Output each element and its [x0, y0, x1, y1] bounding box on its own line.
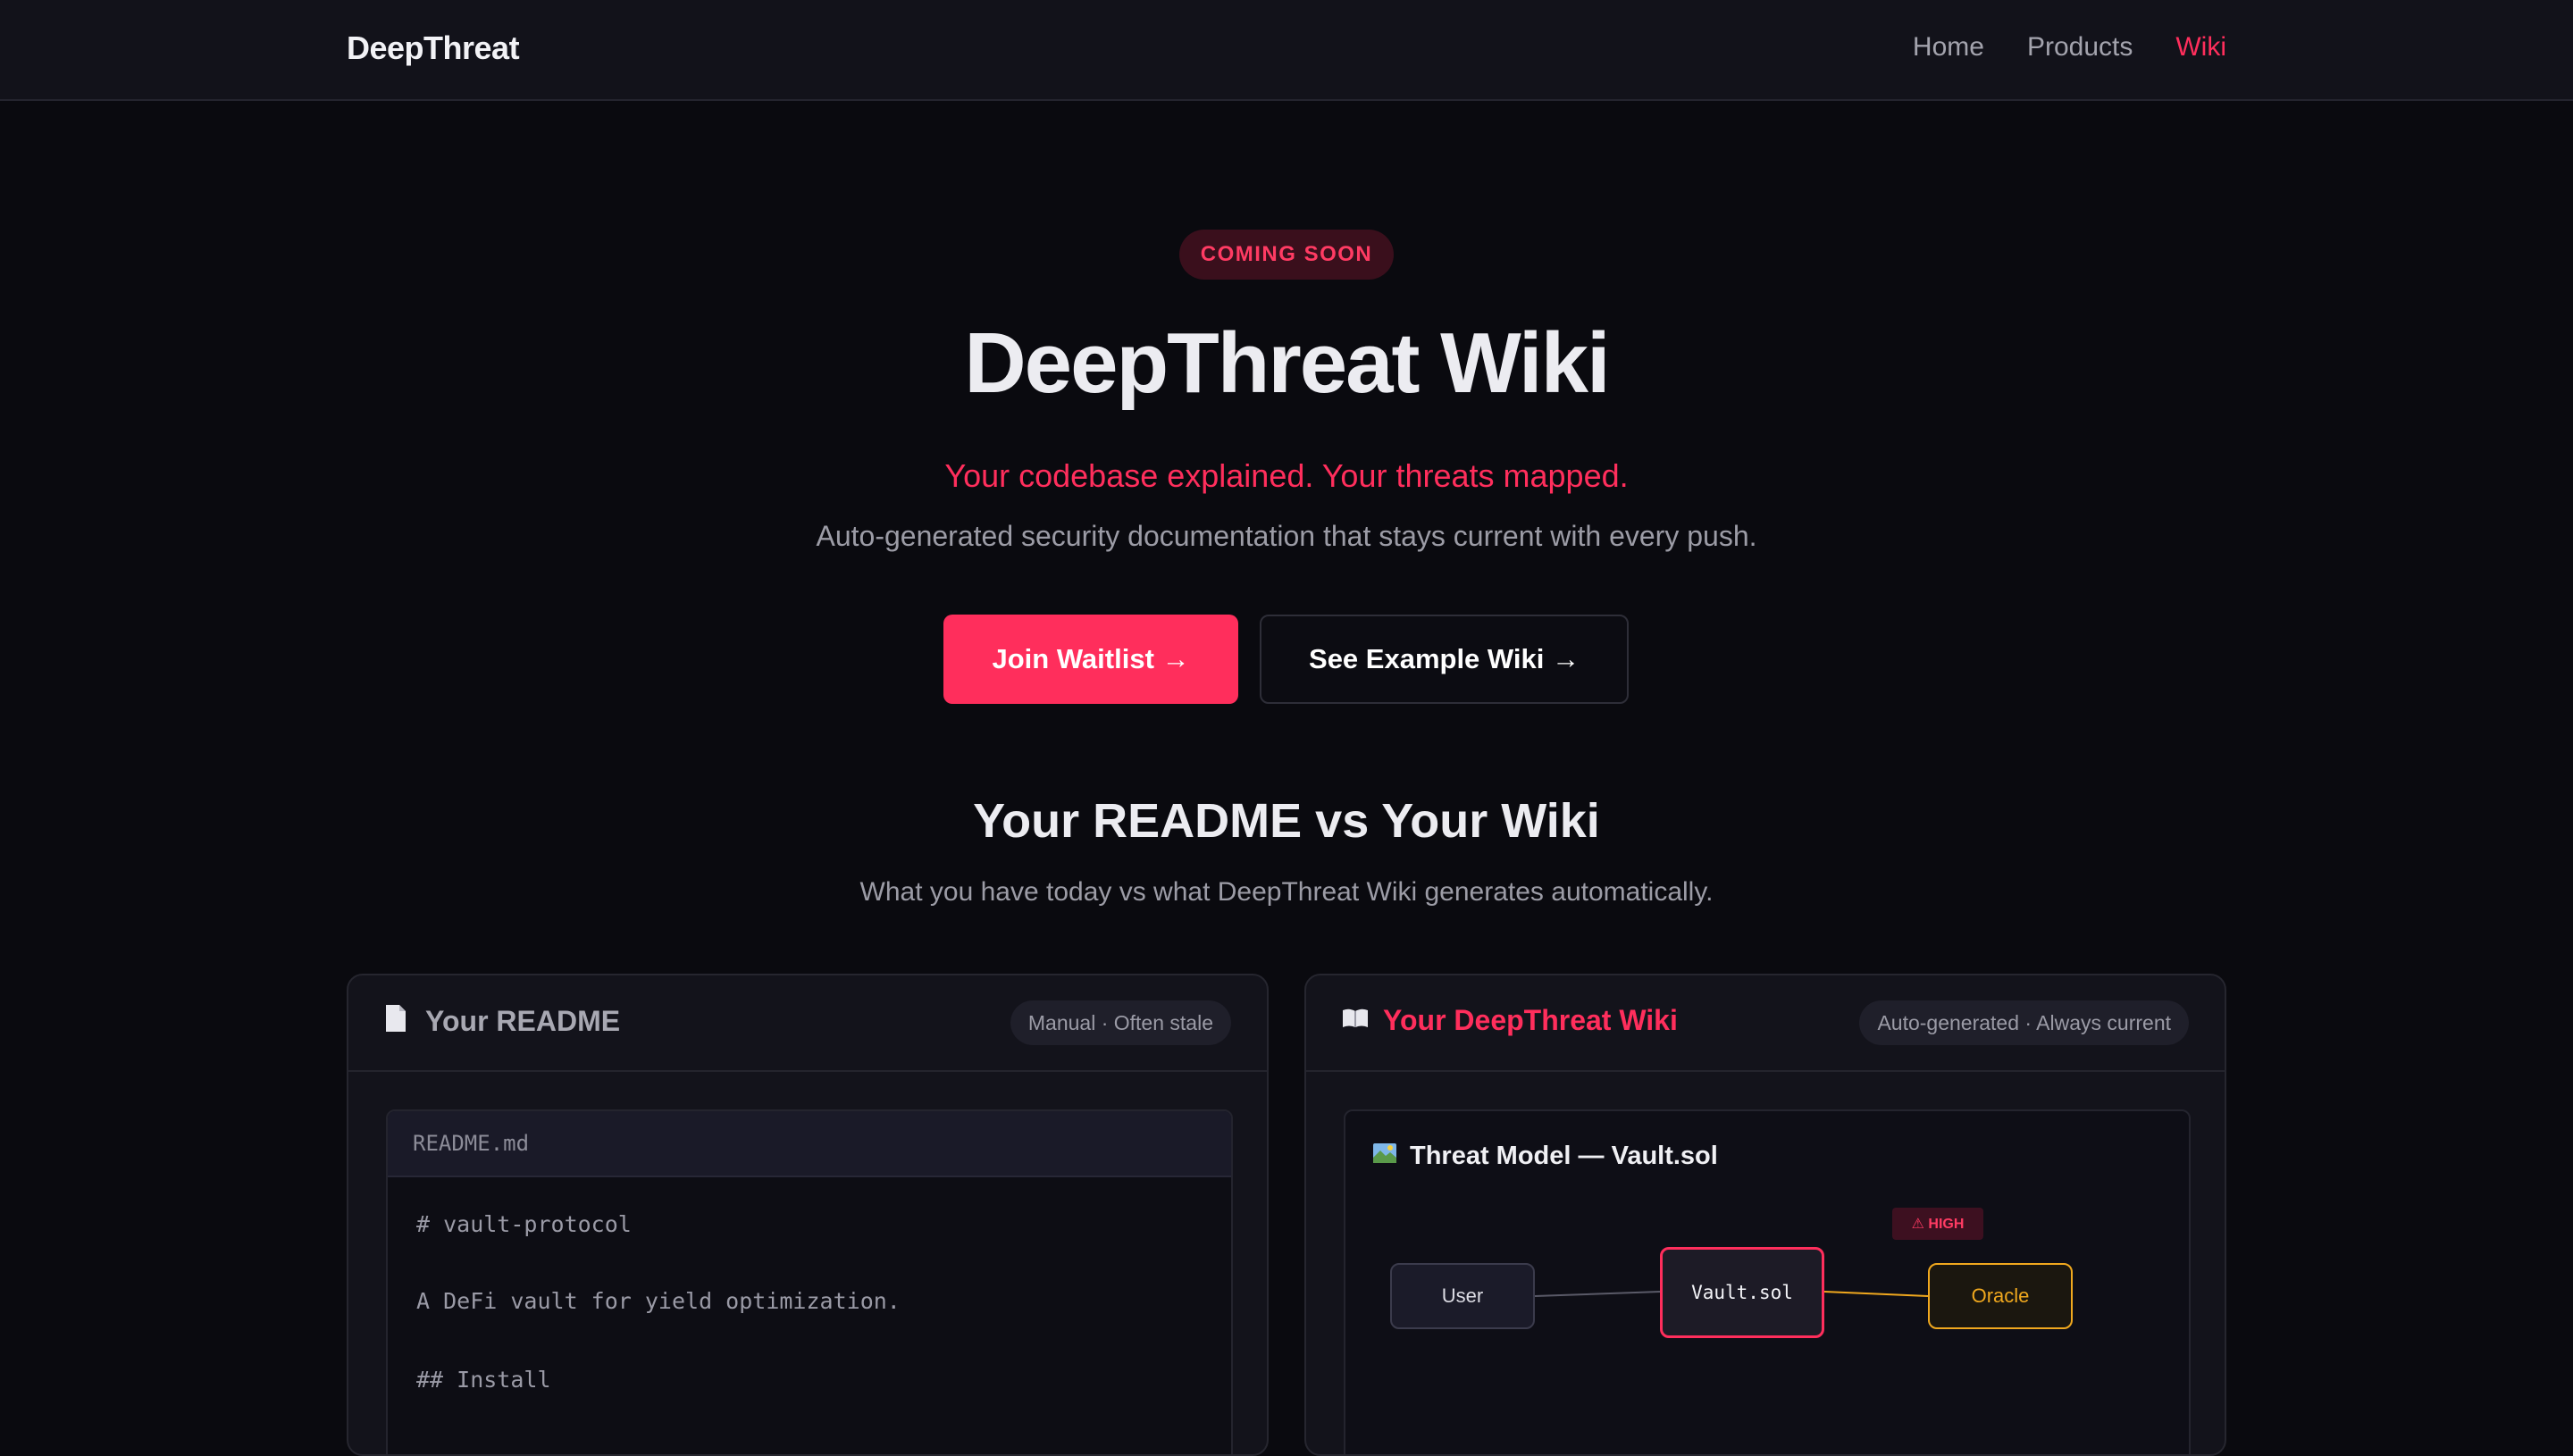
readme-line: ## Install: [416, 1367, 551, 1393]
hero-subtitle: Auto-generated security documentation th…: [816, 520, 1757, 552]
readme-code-block: README.md # vault-protocol A DeFi vault …: [386, 1109, 1233, 1454]
nav-links: Home Products Wiki: [1913, 32, 2226, 63]
wiki-card: Your DeepThreat Wiki Auto-generated · Al…: [1304, 974, 2226, 1456]
readme-line: # vault-protocol: [416, 1211, 632, 1237]
link-user-vault: [1534, 1291, 1661, 1297]
join-waitlist-button[interactable]: Join Waitlist →: [943, 615, 1238, 704]
readme-card: Your README Manual · Often stale README.…: [347, 974, 1269, 1456]
book-icon: [1342, 1007, 1369, 1035]
wiki-card-header: Your DeepThreat Wiki Auto-generated · Al…: [1306, 975, 2225, 1072]
node-user[interactable]: User: [1390, 1263, 1535, 1329]
readme-line: A DeFi vault for yield optimization.: [416, 1288, 901, 1314]
wiki-status-pill: Auto-generated · Always current: [1859, 1000, 2189, 1045]
brand-logo[interactable]: DeepThreat: [347, 29, 520, 67]
hero-tagline: Your codebase explained. Your threats ma…: [944, 457, 1629, 494]
nav-link-products[interactable]: Products: [2027, 32, 2133, 63]
readme-card-header: Your README Manual · Often stale: [348, 975, 1267, 1072]
threat-model-panel: Threat Model — Vault.sol ⚠ HIGH User Vau…: [1344, 1109, 2191, 1454]
wiki-card-title: Your DeepThreat Wiki: [1342, 1004, 1678, 1037]
node-vault[interactable]: Vault.sol: [1660, 1247, 1824, 1338]
readme-filename: README.md: [388, 1111, 1231, 1177]
document-icon: [384, 1004, 411, 1039]
comparison-subtitle: What you have today vs what DeepThreat W…: [859, 877, 1714, 907]
readme-card-title-text: Your README: [425, 1005, 621, 1037]
readme-card-title: Your README: [384, 1004, 620, 1039]
nav-link-wiki[interactable]: Wiki: [2175, 32, 2226, 63]
link-vault-oracle: [1823, 1291, 1929, 1297]
top-nav: DeepThreat Home Products Wiki: [0, 0, 2573, 101]
severity-badge: ⚠ HIGH: [1892, 1208, 1983, 1240]
see-example-wiki-button[interactable]: See Example Wiki →: [1260, 615, 1629, 704]
node-oracle[interactable]: Oracle: [1928, 1263, 2073, 1329]
readme-status-pill: Manual · Often stale: [1010, 1000, 1231, 1045]
coming-soon-badge: COMING SOON: [1179, 230, 1394, 280]
nav-link-home[interactable]: Home: [1913, 32, 1984, 63]
hero-title: DeepThreat Wiki: [964, 315, 1610, 411]
wiki-card-title-text: Your DeepThreat Wiki: [1383, 1004, 1678, 1036]
comparison-title: Your README vs Your Wiki: [973, 794, 1600, 848]
